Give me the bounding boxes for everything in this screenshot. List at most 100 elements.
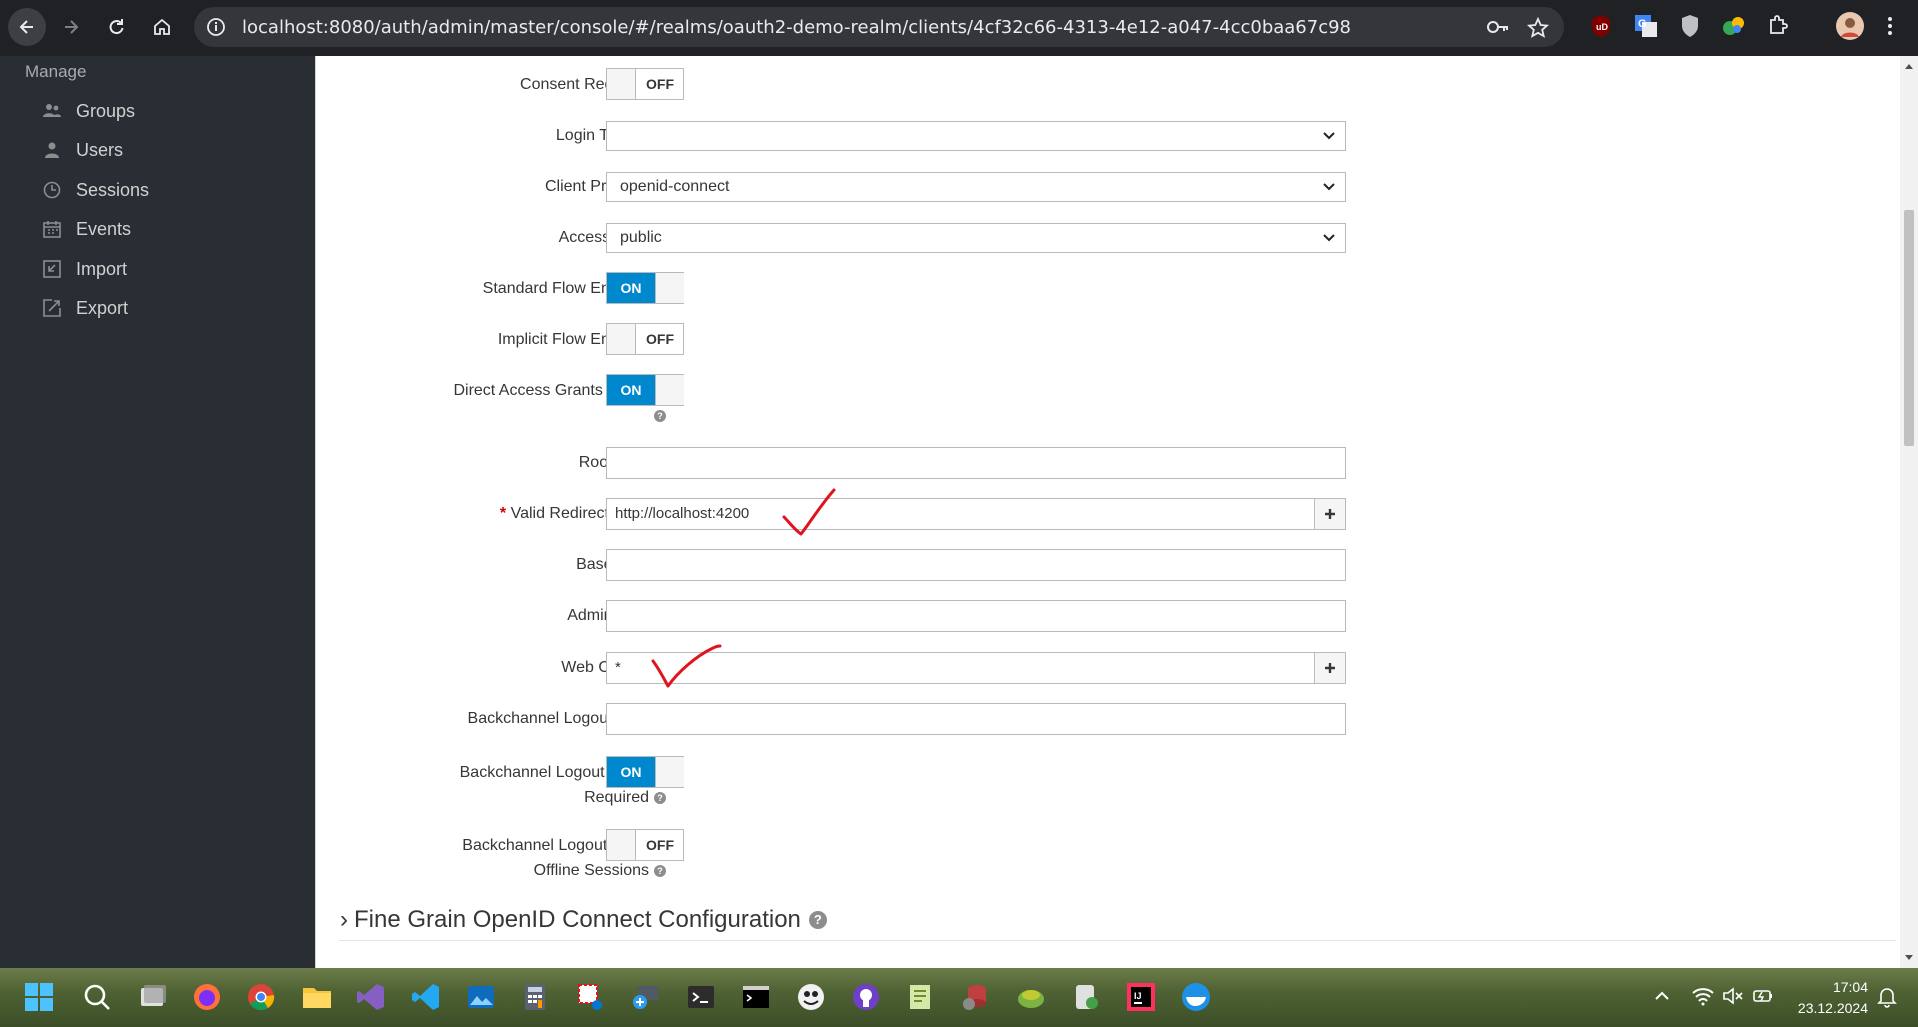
app-icon-green[interactable] xyxy=(1016,982,1046,1012)
help-icon[interactable]: ? xyxy=(654,792,666,804)
consent-required-toggle[interactable]: OFF xyxy=(606,68,684,100)
back-button[interactable] xyxy=(8,8,46,46)
scroll-thumb[interactable] xyxy=(1904,210,1914,446)
taskbar-date[interactable]: 23.12.2024 xyxy=(1790,1000,1868,1016)
terminal-icon[interactable] xyxy=(686,982,716,1012)
arrow-left-icon xyxy=(19,20,33,34)
remote-desktop-icon[interactable] xyxy=(630,982,660,1012)
sidebar-item-events[interactable]: Events xyxy=(42,214,131,244)
plus-icon xyxy=(1325,663,1335,673)
chrome-icon[interactable] xyxy=(246,982,276,1012)
sidebar-item-users[interactable]: Users xyxy=(42,135,123,165)
sidebar-item-label: Import xyxy=(76,258,128,279)
visual-studio-icon[interactable] xyxy=(356,982,386,1012)
sidebar-item-label: Sessions xyxy=(76,179,150,200)
base-url-input[interactable] xyxy=(606,549,1346,581)
url-text[interactable]: localhost:8080/auth/admin/master/console… xyxy=(242,17,1351,38)
forward-button[interactable] xyxy=(52,8,90,46)
standard-flow-toggle[interactable]: ON xyxy=(606,272,684,304)
form-row-web-origins: Web Origins? * xyxy=(316,651,1716,685)
sidebar-item-sessions[interactable]: Sessions xyxy=(42,175,149,205)
access-type-select[interactable]: public xyxy=(606,223,1346,253)
reload-button[interactable] xyxy=(97,8,135,46)
form-row-login-theme: Login Theme? xyxy=(316,119,1716,153)
profile-avatar[interactable] xyxy=(1836,12,1864,45)
extensions-puzzle-icon[interactable] xyxy=(1767,14,1789,41)
speaker-muted-icon[interactable] xyxy=(1722,986,1744,1006)
admin-url-input[interactable] xyxy=(606,600,1346,632)
scroll-up-icon[interactable] xyxy=(1904,62,1914,70)
direct-access-toggle[interactable]: ON xyxy=(606,374,684,406)
help-icon[interactable]: ? xyxy=(808,911,827,929)
home-button[interactable] xyxy=(143,8,181,46)
svg-text:IJ: IJ xyxy=(1134,991,1142,1001)
search-icon[interactable] xyxy=(82,982,112,1012)
arrow-right-icon xyxy=(65,20,79,34)
sidebar-item-groups[interactable]: Groups xyxy=(42,96,135,126)
client-protocol-select[interactable]: openid-connect xyxy=(606,172,1346,202)
password-key-icon[interactable] xyxy=(1486,17,1510,42)
valid-redirect-input[interactable]: http://localhost:4200 xyxy=(606,498,1315,530)
form-row-backchannel-session: Backchannel Logout Session Required? ON xyxy=(316,756,1716,816)
form-row-standard-flow: Standard Flow Enabled? ON xyxy=(316,272,1716,306)
fine-grain-title: Fine Grain OpenID Connect Configuration xyxy=(354,906,801,933)
implicit-flow-toggle[interactable]: OFF xyxy=(606,323,684,355)
notepad-plus-icon[interactable] xyxy=(906,982,936,1012)
scroll-down-icon[interactable] xyxy=(1904,954,1914,962)
colorful-extension-icon[interactable] xyxy=(1722,14,1746,43)
photos-icon[interactable] xyxy=(466,982,496,1012)
notification-bell-icon[interactable] xyxy=(1876,986,1898,1008)
form-row-valid-redirect: * Valid Redirect URIs? http://localhost:… xyxy=(316,497,1716,531)
sidebar-item-label: Users xyxy=(76,139,124,160)
sidebar: Manage Groups Users Sessions Events Impo… xyxy=(0,56,315,968)
form-row-backchannel-url: Backchannel Logout URL? xyxy=(316,702,1716,736)
tray-overflow-chevron-icon[interactable] xyxy=(1652,986,1672,1006)
help-icon[interactable]: ? xyxy=(654,865,666,877)
firefox-icon[interactable] xyxy=(192,982,222,1012)
form-row-backchannel-revoke: Backchannel Logout Revoke Offline Session… xyxy=(316,829,1716,889)
vscode-icon[interactable] xyxy=(411,982,441,1012)
intellij-icon[interactable]: IJ xyxy=(1126,982,1156,1012)
sidebar-item-label: Events xyxy=(76,218,132,239)
docker-icon[interactable] xyxy=(1181,982,1211,1012)
storage-tool-icon[interactable] xyxy=(1071,982,1101,1012)
snipping-tool-icon[interactable] xyxy=(576,982,606,1012)
translate-extension-icon[interactable]: G xyxy=(1634,14,1658,43)
taskbar-time[interactable]: 17:04 xyxy=(1818,979,1868,995)
chevron-down-icon xyxy=(1323,183,1335,191)
backchannel-session-toggle[interactable]: ON xyxy=(606,756,684,788)
backchannel-revoke-toggle[interactable]: OFF xyxy=(606,829,684,861)
shield-extension-icon[interactable] xyxy=(1680,14,1700,43)
sidebar-item-export[interactable]: Export xyxy=(42,293,128,323)
add-redirect-button[interactable] xyxy=(1314,498,1346,530)
bookmark-star-icon[interactable] xyxy=(1526,16,1550,44)
pixel-app-icon[interactable] xyxy=(796,982,826,1012)
windows-start-icon[interactable] xyxy=(24,982,54,1012)
add-web-origin-button[interactable] xyxy=(1314,652,1346,684)
calculator-icon[interactable] xyxy=(520,982,550,1012)
sidebar-heading: Manage xyxy=(25,62,87,81)
address-bar[interactable]: localhost:8080/auth/admin/master/console… xyxy=(194,7,1564,47)
site-info-icon[interactable] xyxy=(206,17,226,42)
wifi-icon[interactable] xyxy=(1692,986,1714,1006)
form-row-root-url: Root URL? xyxy=(316,446,1716,480)
task-view-icon[interactable] xyxy=(138,982,168,1012)
fine-grain-section-toggle[interactable]: › Fine Grain OpenID Connect Configuratio… xyxy=(340,906,827,934)
database-tool-icon[interactable] xyxy=(960,982,990,1012)
command-prompt-icon[interactable] xyxy=(741,982,771,1012)
login-theme-select[interactable] xyxy=(606,121,1346,151)
backchannel-url-input[interactable] xyxy=(606,703,1346,735)
import-icon xyxy=(42,259,62,279)
ublock-extension-icon[interactable]: uD xyxy=(1590,14,1612,43)
main-scrollbar[interactable] xyxy=(1900,56,1918,968)
clock-icon xyxy=(42,180,62,200)
form-row-consent-required: Consent Required? OFF xyxy=(316,68,1716,102)
file-explorer-icon[interactable] xyxy=(302,982,332,1012)
github-icon[interactable] xyxy=(851,982,881,1012)
browser-menu-icon[interactable] xyxy=(1887,16,1893,41)
user-icon xyxy=(42,140,62,160)
battery-icon[interactable] xyxy=(1752,986,1774,1006)
sidebar-item-import[interactable]: Import xyxy=(42,254,127,284)
help-icon[interactable]: ? xyxy=(654,410,666,422)
root-url-input[interactable] xyxy=(606,447,1346,479)
